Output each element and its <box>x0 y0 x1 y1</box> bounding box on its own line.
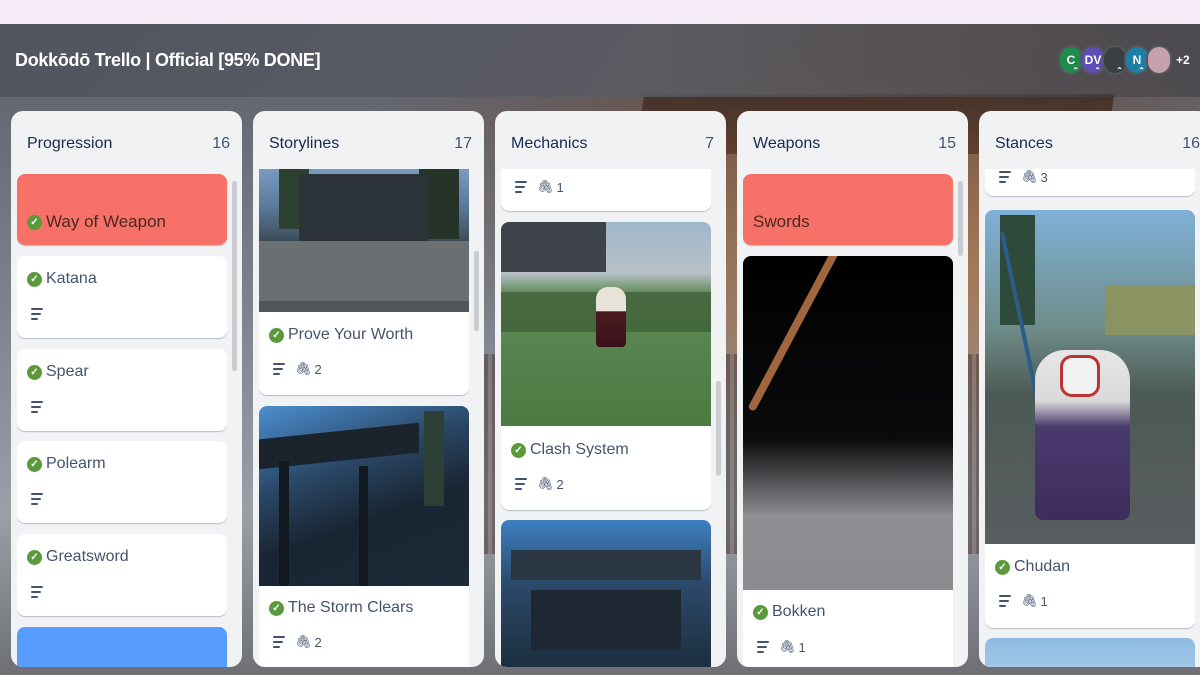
card-cover-image <box>985 210 1195 544</box>
card-cover-image <box>985 638 1195 667</box>
card-cover-image <box>259 406 469 586</box>
card-cover-image <box>259 169 469 312</box>
card[interactable]: ✓ Clash System 🖇 2 <box>501 222 711 510</box>
card[interactable]: ✓ Chudan 🖇 1 <box>985 210 1195 628</box>
board-title[interactable]: Dokkōdō Trello | Official [95% DONE] <box>15 50 321 71</box>
list-title[interactable]: Weapons <box>753 135 820 153</box>
description-icon <box>515 181 527 193</box>
card[interactable]: ✓ Spear <box>17 349 227 431</box>
card-title: Swords <box>753 212 810 231</box>
label-card[interactable]: ✓ Way of Weapon <box>17 174 227 245</box>
description-icon <box>999 171 1011 183</box>
check-circle-icon: ✓ <box>27 549 42 565</box>
card[interactable]: 🖇 3 <box>985 169 1195 196</box>
list-progression: Progression 16 ✓ Way of Weapon ✓ Katana ✓ S… <box>11 111 242 667</box>
card-cover-image <box>501 520 711 667</box>
card[interactable] <box>985 638 1195 667</box>
label-card[interactable]: Swords <box>743 174 953 245</box>
paperclip-icon: 🖇 <box>1021 593 1038 608</box>
list-scrollbar[interactable] <box>716 381 721 476</box>
list-title[interactable]: Stances <box>995 135 1053 153</box>
list-card-count: 15 <box>938 135 956 152</box>
description-icon <box>31 586 43 598</box>
card-title: Polearm <box>46 455 106 472</box>
check-circle-icon: ✓ <box>27 456 42 472</box>
check-circle-icon: ✓ <box>27 364 42 380</box>
check-circle-icon: ✓ <box>27 214 42 230</box>
attachments-badge: 🖇 2 <box>295 361 322 377</box>
attachments-badge: 🖇 1 <box>1021 593 1048 609</box>
card[interactable]: ✓ Katana <box>17 256 227 338</box>
list-card-count: 17 <box>454 135 472 152</box>
card[interactable]: ✓ Prove Your Worth 🖇 2 <box>259 169 469 395</box>
list-storylines: Storylines 17 ✓ Prove Your Worth 🖇 2 ✓ The … <box>253 111 484 667</box>
paperclip-icon: 🖇 <box>1021 169 1038 184</box>
list-card-count: 7 <box>705 135 714 152</box>
card[interactable]: ✓ Polearm <box>17 441 227 523</box>
attachments-badge: 🖇 2 <box>537 476 564 492</box>
card[interactable] <box>501 520 711 667</box>
list-scrollbar[interactable] <box>232 181 237 371</box>
admin-chevron-icon: ⌃ <box>1072 66 1079 75</box>
card-cover-image <box>743 256 953 590</box>
card-title: Clash System <box>530 441 629 458</box>
card-title: Prove Your Worth <box>288 326 414 343</box>
card-title: Katana <box>46 270 97 287</box>
description-icon <box>31 401 43 413</box>
attachments-badge: 🖇 2 <box>295 634 322 650</box>
list-card-count: 16 <box>212 135 230 152</box>
card-title: Spear <box>46 363 89 380</box>
member-avatar[interactable] <box>1146 45 1172 75</box>
card[interactable]: ✓ The Storm Clears 🖇 2 <box>259 406 469 667</box>
check-circle-icon: ✓ <box>511 442 526 458</box>
board-members[interactable]: C ⌃ DV ⌃ ⌃ N ⌃ +2 <box>1058 43 1190 77</box>
admin-chevron-icon: ⌃ <box>1094 66 1101 75</box>
attachments-badge: 🖇 3 <box>1021 169 1048 185</box>
check-circle-icon: ✓ <box>995 559 1010 575</box>
check-circle-icon: ✓ <box>269 327 284 343</box>
attachments-badge: 🖇 1 <box>779 639 806 655</box>
card[interactable]: 🖇 1 <box>501 169 711 211</box>
more-members-count[interactable]: +2 <box>1176 53 1190 67</box>
list-title[interactable]: Progression <box>27 135 112 153</box>
paperclip-icon: 🖇 <box>537 476 554 491</box>
check-circle-icon: ✓ <box>27 271 42 287</box>
browser-top-strip <box>0 0 1200 24</box>
admin-chevron-icon: ⌃ <box>1116 66 1123 75</box>
card-title: The Storm Clears <box>288 599 414 616</box>
card-cover-image <box>501 222 711 426</box>
card-title: Bokken <box>772 603 826 620</box>
check-circle-icon: ✓ <box>753 604 768 620</box>
paperclip-icon: 🖇 <box>537 179 554 194</box>
paperclip-icon: 🖇 <box>779 639 796 654</box>
list-scrollbar[interactable] <box>958 181 963 256</box>
description-icon <box>515 478 527 490</box>
list-card-count: 16 <box>1182 135 1200 152</box>
card-title: Greatsword <box>46 548 129 565</box>
list-title[interactable]: Mechanics <box>511 135 587 153</box>
card-title: Way of Weapon <box>46 212 167 231</box>
label-card-blue[interactable] <box>17 627 227 667</box>
card[interactable]: ✓ Greatsword <box>17 534 227 616</box>
paperclip-icon: 🖇 <box>295 361 312 376</box>
card[interactable]: ✓ Bokken 🖇 1 <box>743 256 953 667</box>
admin-chevron-icon: ⌃ <box>1138 66 1145 75</box>
description-icon <box>31 308 43 320</box>
description-icon <box>999 595 1011 607</box>
description-icon <box>273 363 285 375</box>
list-title[interactable]: Storylines <box>269 135 339 153</box>
attachments-badge: 🖇 1 <box>537 179 564 195</box>
description-icon <box>273 636 285 648</box>
list-scrollbar[interactable] <box>474 251 479 331</box>
list-weapons: Weapons 15 Swords ✓ Bokken 🖇 1 <box>737 111 968 667</box>
description-icon <box>31 493 43 505</box>
list-stances: Stances 16 🖇 3 ✓ Chudan 🖇 1 <box>979 111 1200 667</box>
board-header: Dokkōdō Trello | Official [95% DONE] C ⌃ … <box>0 24 1200 97</box>
list-mechanics: Mechanics 7 🖇 1 ✓ Clash System 🖇 2 <box>495 111 726 667</box>
description-icon <box>757 641 769 653</box>
check-circle-icon: ✓ <box>269 600 284 616</box>
paperclip-icon: 🖇 <box>295 634 312 649</box>
card-title: Chudan <box>1014 558 1071 575</box>
